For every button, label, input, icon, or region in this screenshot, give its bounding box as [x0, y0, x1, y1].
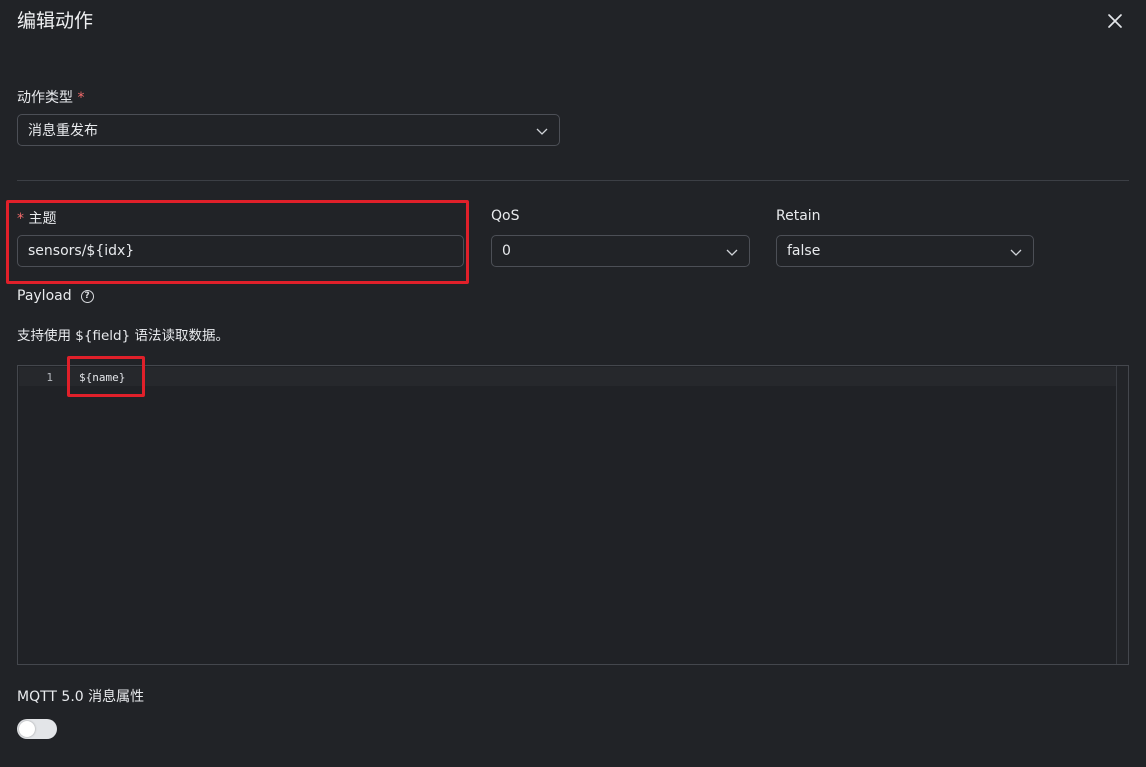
required-mark: * — [77, 90, 85, 106]
close-button[interactable] — [1103, 9, 1127, 33]
payload-hint: 支持使用 ${field} 语法读取数据。 — [17, 328, 229, 344]
chevron-down-icon — [1010, 249, 1022, 256]
qos-value: 0 — [502, 243, 511, 259]
active-line-highlight — [19, 367, 1117, 386]
qos-select[interactable]: 0 — [491, 235, 750, 267]
chevron-down-icon — [726, 249, 738, 256]
payload-highlight-box — [67, 356, 145, 397]
toggle-knob — [19, 721, 35, 737]
retain-label: Retain — [776, 208, 821, 224]
payload-editor[interactable]: 1 ${name} — [17, 365, 1129, 665]
dialog-title: 编辑动作 — [17, 10, 94, 32]
retain-value: false — [787, 243, 821, 259]
close-icon — [1108, 14, 1122, 28]
editor-scrollbar[interactable] — [1116, 366, 1128, 664]
chevron-down-icon — [536, 128, 548, 135]
mqtt5-label: MQTT 5.0 消息属性 — [17, 689, 145, 705]
action-type-value: 消息重发布 — [28, 123, 98, 139]
line-number: 1 — [46, 371, 53, 384]
mqtt5-toggle[interactable] — [17, 719, 57, 739]
payload-label: Payload ? — [17, 288, 94, 304]
action-type-label: 动作类型 * — [17, 90, 85, 106]
action-type-select[interactable]: 消息重发布 — [17, 114, 560, 146]
retain-select[interactable]: false — [776, 235, 1034, 267]
section-divider — [17, 180, 1129, 181]
topic-highlight-box — [6, 200, 469, 284]
help-icon[interactable]: ? — [80, 289, 94, 303]
qos-label: QoS — [491, 208, 520, 224]
